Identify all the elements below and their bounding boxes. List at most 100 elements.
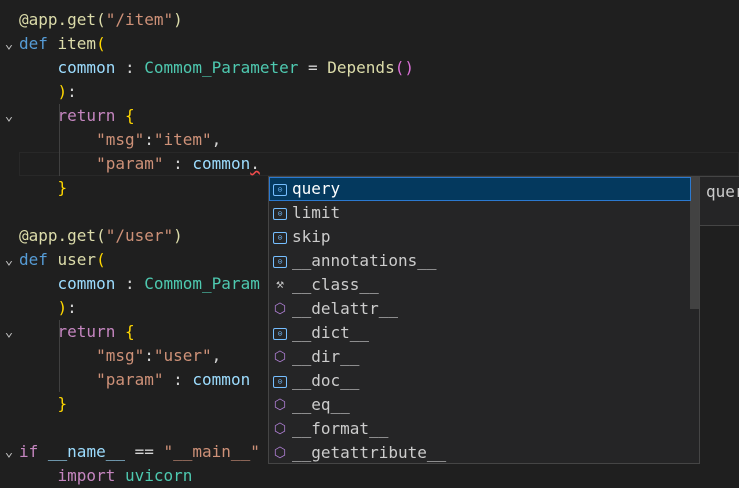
code-text: } (19, 176, 68, 200)
code-token: : (144, 130, 154, 149)
suggest-item-label: limit (292, 203, 341, 222)
code-token: item (57, 34, 97, 53)
code-text: import uvicorn (19, 464, 193, 488)
field-icon: ⊙ (273, 208, 287, 220)
suggest-item[interactable]: ⬡ __delattr__ (269, 297, 691, 321)
suggest-details-text: quer (706, 182, 739, 201)
code-token: Depends (327, 58, 395, 77)
code-token: def (19, 34, 58, 53)
gutter-spacer (2, 56, 16, 80)
suggest-item[interactable]: ⬡ __eq__ (269, 393, 691, 417)
suggest-item-label: __getattribute__ (292, 443, 447, 462)
field-icon: ⊙ (273, 184, 287, 196)
code-token: ) (173, 10, 183, 29)
suggest-item[interactable]: ⬡ __format__ (269, 417, 691, 441)
fold-chevron-icon[interactable]: ⌄ (2, 440, 16, 464)
code-text: "msg":"item", (19, 128, 221, 152)
code-token: ) (57, 298, 68, 317)
code-text: "param" : common (19, 368, 250, 392)
gutter-spacer (2, 392, 16, 416)
code-token: , (211, 130, 222, 149)
gutter-spacer (2, 344, 16, 368)
code-token: Commom_Parameter (144, 58, 299, 77)
field-icon: ⊙ (273, 256, 287, 268)
wrench-icon: ⚒ (276, 277, 284, 292)
gutter-spacer (2, 128, 16, 152)
code-token: : (163, 154, 193, 173)
code-token: "msg" (96, 130, 145, 149)
field-icon: ⊙ (273, 328, 287, 340)
suggest-item[interactable]: ⊙ query (269, 177, 691, 201)
code-token: common (57, 58, 116, 77)
method-icon: ⬡ (273, 421, 287, 437)
method-icon: ⬡ (273, 397, 287, 413)
code-token: "msg" (96, 346, 145, 365)
code-text: return { (19, 320, 135, 344)
code-token: ) (57, 82, 68, 101)
code-token: , (211, 346, 222, 365)
suggest-details-panel: quer (700, 176, 739, 226)
code-token: } (57, 178, 68, 197)
suggest-item-label: __doc__ (292, 371, 360, 390)
method-icon: ⬡ (273, 301, 287, 317)
code-token: "/item" (105, 10, 174, 29)
suggest-item-label: __dict__ (292, 323, 370, 342)
code-token: () (394, 58, 414, 77)
fold-chevron-icon[interactable]: ⌄ (2, 248, 16, 272)
suggest-item-label: query (292, 179, 341, 198)
suggest-item[interactable]: ⚒ __class__ (269, 273, 691, 297)
code-text: def item( (19, 32, 106, 56)
method-icon: ⬡ (273, 445, 287, 461)
suggest-item[interactable]: ⊙ limit (269, 201, 691, 225)
gutter-spacer (2, 224, 16, 248)
code-token: Commom_Param (144, 274, 260, 293)
suggest-item[interactable]: ⬡ __dir__ (269, 345, 691, 369)
code-token: if (19, 442, 48, 461)
code-token: ( (96, 34, 106, 53)
fold-chevron-icon[interactable]: ⌄ (2, 104, 16, 128)
suggest-item-label: skip (292, 227, 331, 246)
suggest-widget[interactable]: ⊙ query ⊙ limit ⊙ skip ⊙ __annotations__ ⚒ __clas… (268, 176, 700, 464)
suggest-item[interactable]: ⊙ __doc__ (269, 369, 691, 393)
code-token: return (57, 322, 125, 341)
code-token: return (57, 106, 125, 125)
gutter-spacer (2, 176, 16, 200)
suggest-item[interactable]: ⬡ __getattribute__ (269, 441, 691, 463)
gutter-spacer (2, 272, 16, 296)
suggest-item-label: __format__ (292, 419, 389, 438)
suggest-item[interactable]: ⊙ __dict__ (269, 321, 691, 345)
code-token: : (163, 370, 193, 389)
suggest-item[interactable]: ⊙ skip (269, 225, 691, 249)
field-icon: ⊙ (273, 232, 287, 244)
fold-chevron-icon[interactable]: ⌄ (2, 32, 16, 56)
code-text: common : Commom_Parameter = Depends() (19, 56, 414, 80)
code-text: if __name__ == "__main__" (19, 440, 260, 464)
code-text: def user( (19, 248, 106, 272)
code-token: : (67, 82, 77, 101)
code-token: common (192, 154, 251, 173)
code-token: @app.get( (19, 226, 106, 245)
code-token: == (124, 442, 164, 461)
gutter-spacer (2, 200, 16, 224)
code-token: user (57, 250, 97, 269)
suggest-item-label: __eq__ (292, 395, 350, 414)
code-token: "user" (153, 346, 212, 365)
code-text: "param" : common. (19, 152, 260, 176)
code-token: : (115, 58, 145, 77)
suggest-item[interactable]: ⊙ __annotations__ (269, 249, 691, 273)
code-token: "param" (96, 370, 164, 389)
code-token: : (67, 298, 77, 317)
code-token: import (57, 466, 125, 485)
fold-chevron-icon[interactable]: ⌄ (2, 320, 16, 344)
suggest-scrollbar[interactable] (690, 177, 699, 309)
suggest-item-label: __delattr__ (292, 299, 398, 318)
